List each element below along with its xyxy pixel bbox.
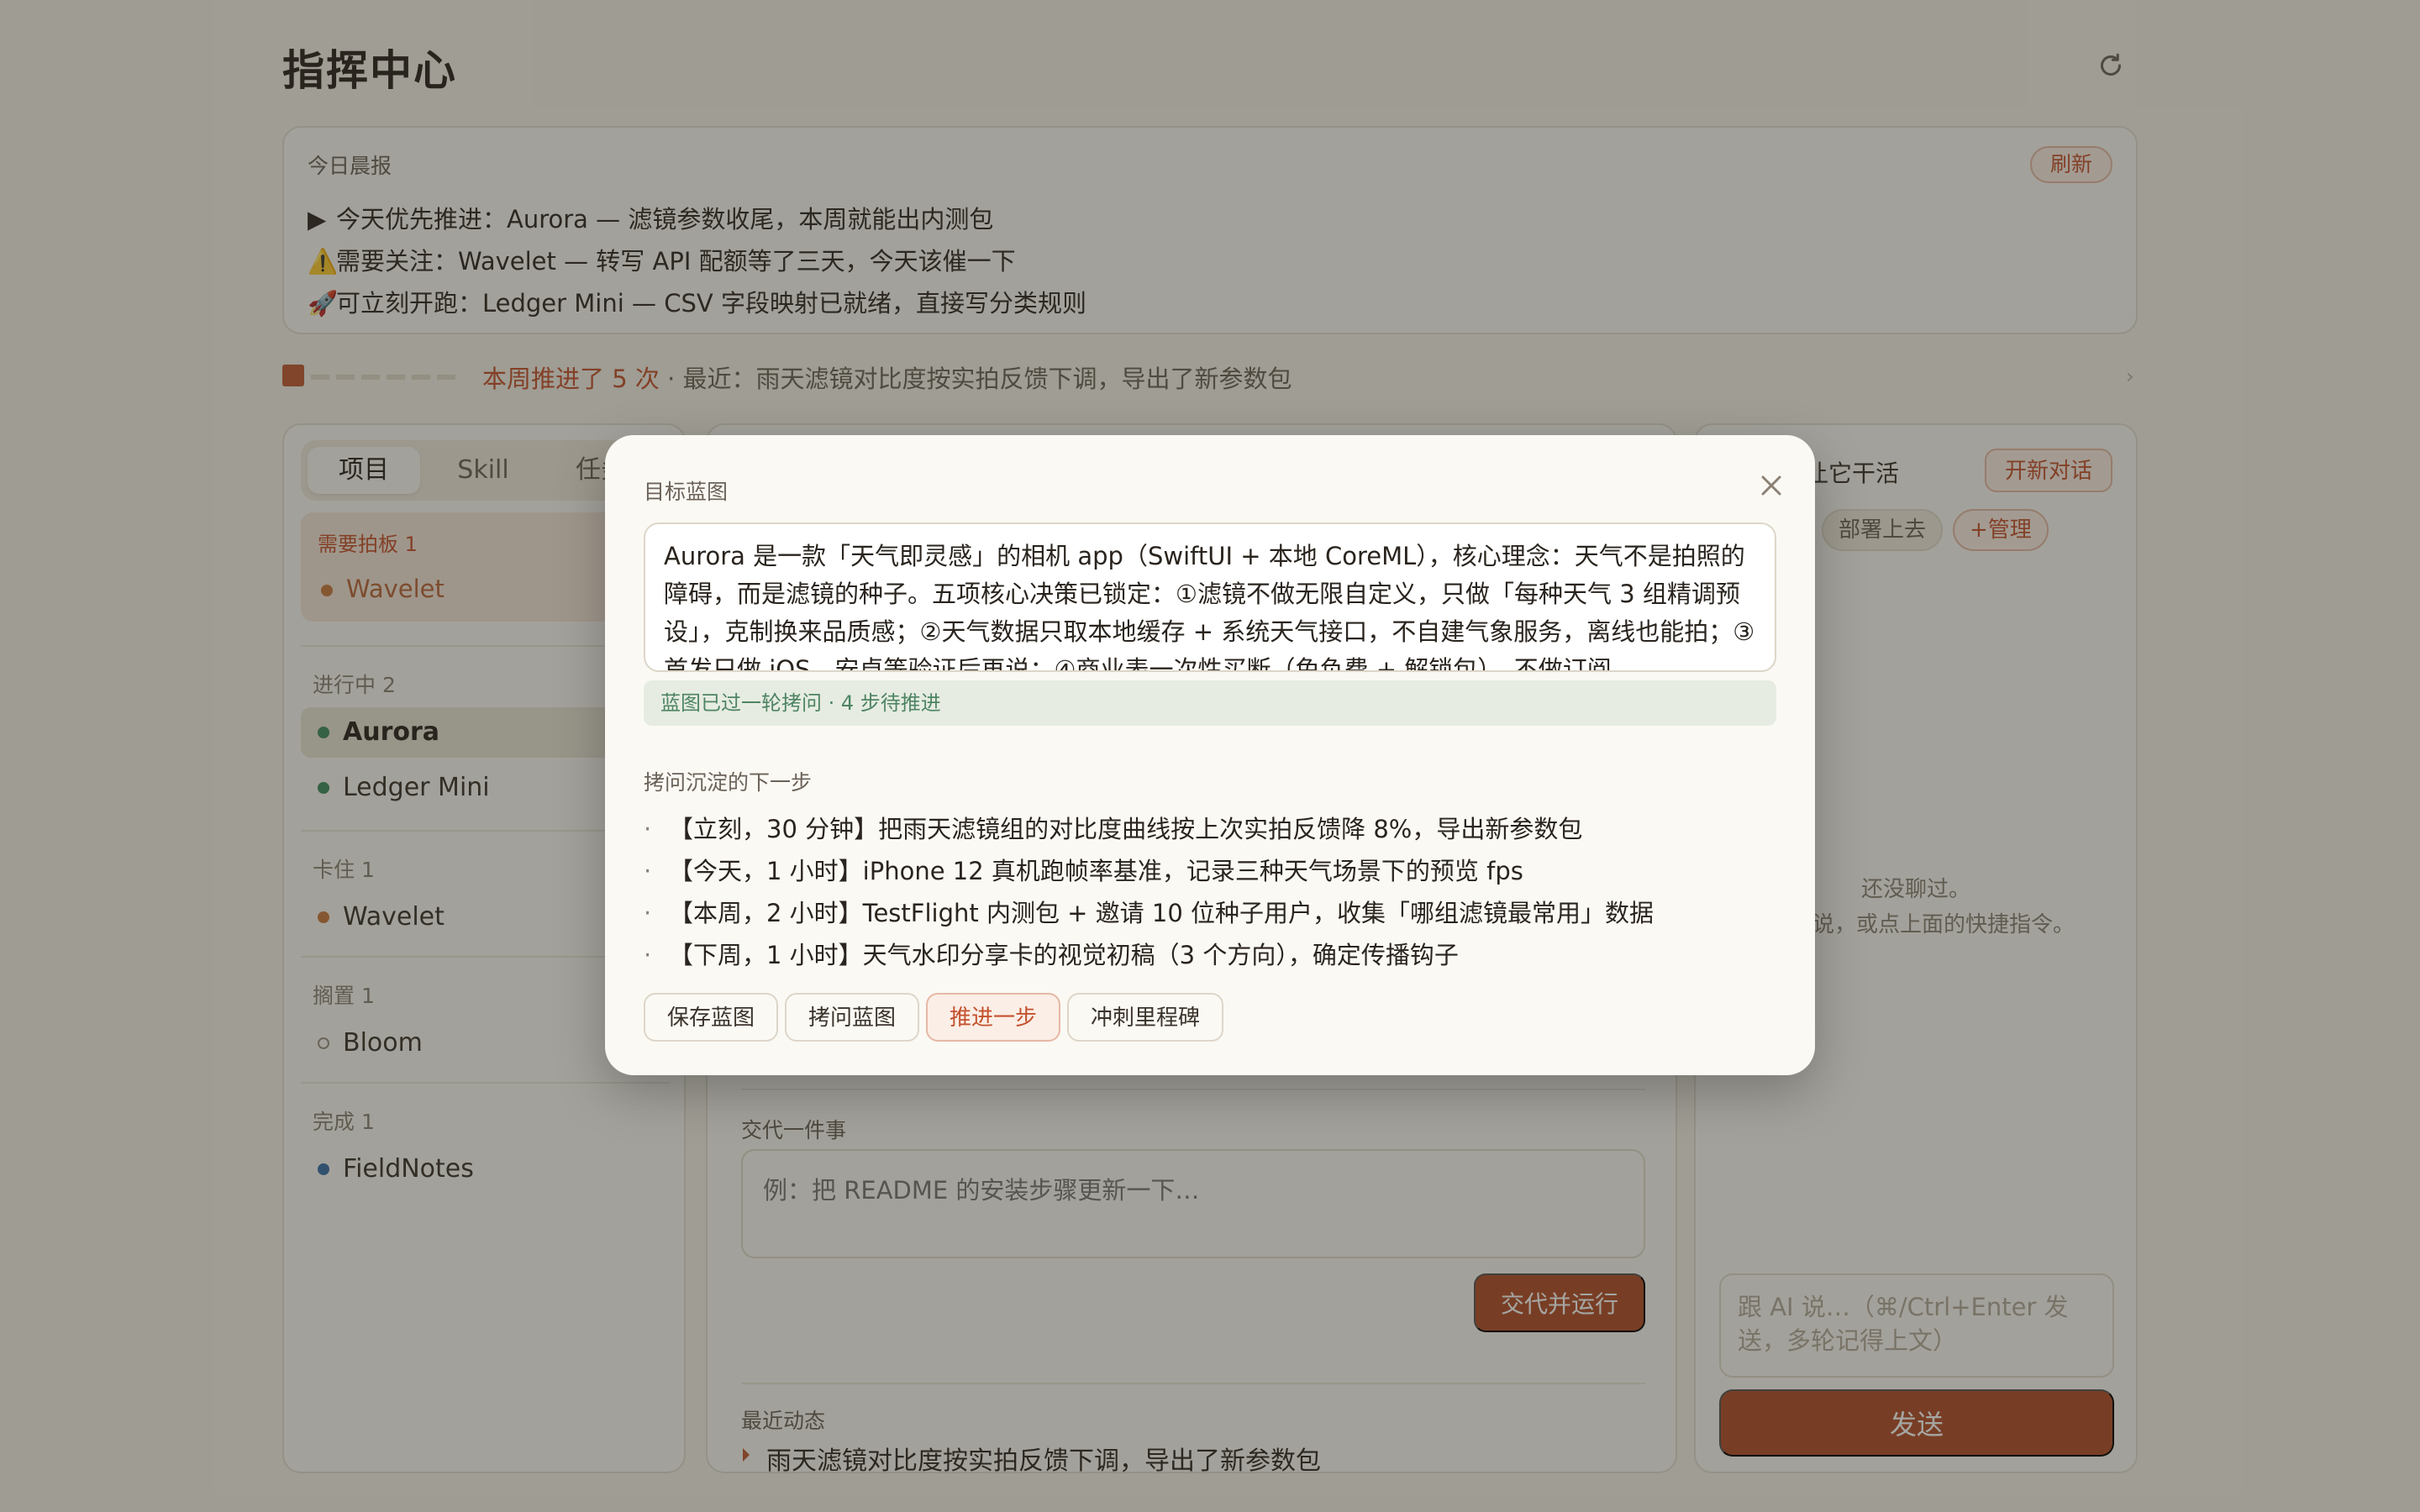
- advance-step-button[interactable]: 推进一步: [926, 993, 1061, 1042]
- modal-title: 目标蓝图: [644, 480, 729, 504]
- close-icon[interactable]: [1754, 469, 1788, 502]
- sprint-milestone-button[interactable]: 冲刺里程碑: [1067, 993, 1224, 1042]
- interrogate-blueprint-button[interactable]: 拷问蓝图: [785, 993, 920, 1042]
- next-step-item: · 【下周，1 小时】天气水印分享卡的视觉初稿（3 个方向），确定传播钩子: [644, 941, 1459, 969]
- next-step-item: · 【本周，2 小时】TestFlight 内测包 + 邀请 10 位种子用户，收…: [644, 899, 1655, 927]
- blueprint-modal: 目标蓝图 Aurora 是一款「天气即灵感」的相机 app（SwiftUI + …: [605, 435, 1815, 1075]
- next-steps-label: 拷问沉淀的下一步: [644, 770, 813, 795]
- next-step-item: · 【立刻，30 分钟】把雨天滤镜组的对比度曲线按上次实拍反馈降 8%，导出新参数…: [644, 815, 1583, 843]
- blueprint-text-area[interactable]: Aurora 是一款「天气即灵感」的相机 app（SwiftUI + 本地 Co…: [644, 522, 1776, 672]
- next-step-item: · 【今天，1 小时】iPhone 12 真机跑帧率基准，记录三种天气场景下的预览…: [644, 857, 1523, 885]
- command-center-page: 指挥中心 今日晨报 刷新 ▶ 今天优先推进：Aurora — 滤镜参数收尾，本周就…: [0, 0, 2420, 1512]
- save-blueprint-button[interactable]: 保存蓝图: [644, 993, 779, 1042]
- blueprint-status-bar: 蓝图已过一轮拷问 · 4 步待推进: [644, 680, 1776, 726]
